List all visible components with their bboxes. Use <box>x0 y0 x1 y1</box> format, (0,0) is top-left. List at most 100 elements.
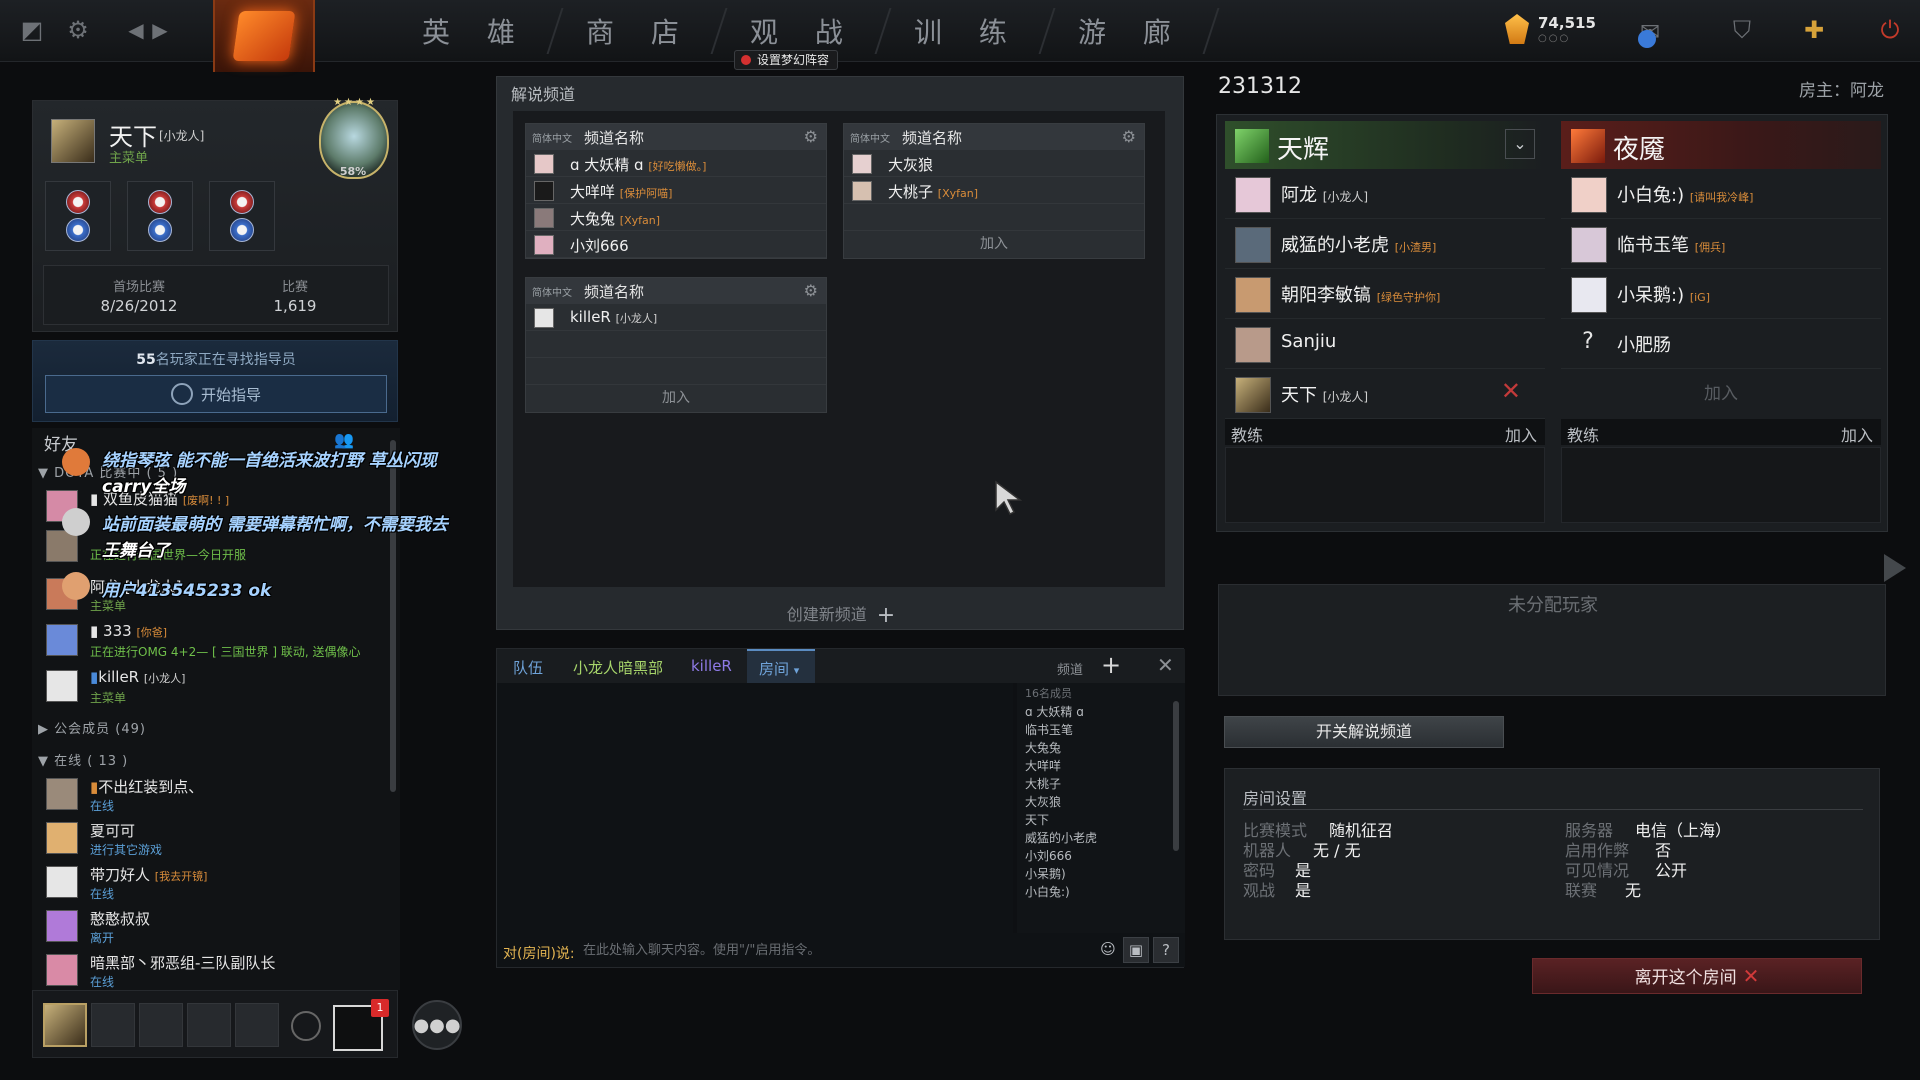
chat-channels-label[interactable]: 频道 <box>1057 659 1083 678</box>
toggle-commentary-button[interactable]: 开关解说频道 <box>1224 716 1504 748</box>
gear-icon[interactable]: ⚙ <box>804 127 818 146</box>
channel-header: 简体中文 频道名称 ⚙ <box>526 278 826 304</box>
tab-arcade[interactable]: 游 廊 <box>1044 8 1220 54</box>
chat-tab-team[interactable]: 队伍 <box>513 657 543 678</box>
leave-room-button[interactable]: 离开这个房间 ✕ <box>1532 958 1862 994</box>
danmaku-message: 用户413545233 ok <box>102 581 272 601</box>
coach-join-button[interactable]: 加入 <box>1505 422 1537 446</box>
gear-icon[interactable]: ⚙ <box>804 281 818 300</box>
party-slot-self[interactable] <box>43 1003 87 1047</box>
list-item[interactable]: ▮killeR [小龙人] 主菜单 <box>46 668 386 708</box>
tab-store[interactable]: 商 店 <box>552 8 728 54</box>
help-icon[interactable]: ? <box>1153 937 1179 963</box>
member-tag: [Xyfan] <box>619 214 661 227</box>
close-icon[interactable]: ✕ <box>1501 377 1521 405</box>
add-channel-icon[interactable]: + <box>1101 651 1121 679</box>
chat-member[interactable]: 小呆鹅) <box>1025 865 1066 882</box>
player-tag: [小龙人] <box>1322 190 1369 204</box>
chat-member[interactable]: 临书玉笔 <box>1025 721 1073 738</box>
dota-logo-tab[interactable] <box>213 0 315 72</box>
coach-slot[interactable] <box>1561 447 1881 523</box>
list-item[interactable]: 暗黑部丶邪恶组-三队副队长 在线 <box>46 952 386 990</box>
channel-card[interactable]: 简体中文 频道名称 ⚙ 大灰狼 大桃子 [Xyfan] 加入 <box>843 123 1145 259</box>
chat-log[interactable] <box>497 683 1013 933</box>
player-slot[interactable]: 天下 [小龙人] ✕ <box>1225 369 1545 419</box>
chat-tab-whisper[interactable]: killeR <box>691 657 732 675</box>
emoji-icon[interactable]: ☺ <box>1095 937 1121 963</box>
party-slot-empty[interactable] <box>235 1003 279 1047</box>
party-slot-empty[interactable] <box>187 1003 231 1047</box>
chat-member[interactable]: 大灰狼 <box>1025 793 1061 810</box>
settings-gear-icon[interactable]: ⚙ <box>60 12 96 48</box>
channel-join-button[interactable]: 加入 <box>526 385 826 412</box>
plus-icon[interactable]: ✚ <box>1796 12 1832 48</box>
player-slot[interactable]: 小呆鹅:) [iG] <box>1561 269 1881 319</box>
screenshot-icon[interactable]: ▣ <box>1123 937 1149 963</box>
chat-member[interactable]: 大咩咩 <box>1025 757 1061 774</box>
tab-heroes[interactable]: 英 雄 <box>388 8 564 54</box>
chat-tab-room-label: 房间 <box>759 660 790 678</box>
list-item[interactable]: ▮ 333 [你爸] 正在进行OMG 4+2— [ 三国世界 ] 联动, 送偶像… <box>46 622 386 662</box>
gear-icon[interactable]: ⚙ <box>1122 127 1136 146</box>
channel-card[interactable]: 简体中文 频道名称 ⚙ ɑ 大妖精 ɑ [好吃懒做。] 大咩咩 [保护阿喵] 大… <box>525 123 827 259</box>
friends-scrollbar[interactable] <box>390 440 396 792</box>
player-slot[interactable]: 阿龙 [小龙人] <box>1225 169 1545 219</box>
chat-member[interactable]: ɑ 大妖精 ɑ <box>1025 703 1084 720</box>
chat-member[interactable]: 天下 <box>1025 811 1049 828</box>
group-header-online[interactable]: ▼ 在线 ( 13 ) <box>38 750 128 769</box>
group-header-guild[interactable]: ▶ 公会成员 (49) <box>38 718 146 737</box>
featured-badge[interactable]: 设置梦幻阵容 <box>734 50 839 70</box>
chat-tab-room[interactable]: 房间 ▾ <box>747 649 815 683</box>
featured-hero-card[interactable] <box>127 181 193 251</box>
badge-icon <box>230 190 254 214</box>
close-icon[interactable]: ✕ <box>1157 653 1174 677</box>
unassigned-players-panel[interactable]: 未分配玩家 <box>1218 584 1886 696</box>
featured-hero-card[interactable] <box>45 181 111 251</box>
party-slot-empty[interactable] <box>139 1003 183 1047</box>
dire-header[interactable]: 夜魇 <box>1561 121 1881 169</box>
player-slot[interactable]: 小白兔:) [请叫我冷峰] <box>1561 169 1881 219</box>
player-slot[interactable]: 临书玉笔 [佣兵] <box>1561 219 1881 269</box>
chat-input[interactable] <box>583 937 1063 963</box>
create-channel-button[interactable]: 创建新频道 + <box>497 601 1185 628</box>
expand-arrow-icon[interactable] <box>1884 554 1906 582</box>
player-slot[interactable]: Sanjiu <box>1225 319 1545 369</box>
list-item[interactable]: ▮不出红装到点、 在线 <box>46 776 386 816</box>
chat-member[interactable]: 小白兔:) <box>1025 883 1070 900</box>
chat-member[interactable]: 大兔兔 <box>1025 739 1061 756</box>
member-name-text: 大兔兔 <box>570 210 616 228</box>
dota-menu-icon[interactable]: ◩ <box>14 12 50 48</box>
featured-hero-card[interactable] <box>209 181 275 251</box>
player-slot[interactable]: 朝阳李敏镐 [绿色守护你] <box>1225 269 1545 319</box>
player-slot[interactable]: 威猛的小老虎 [小渣男] <box>1225 219 1545 269</box>
list-item[interactable]: 夏可可 进行其它游戏 <box>46 820 386 860</box>
chat-tab-guild[interactable]: 小龙人暗黑部 <box>573 657 663 678</box>
channel-card[interactable]: 简体中文 频道名称 ⚙ killeR [小龙人] 加入 <box>525 277 827 413</box>
power-icon[interactable]: ⏻ <box>1872 12 1908 48</box>
channel-join-button[interactable]: 加入 <box>844 231 1144 258</box>
chat-member[interactable]: 威猛的小老虎 <box>1025 829 1097 846</box>
radiant-header[interactable]: 天辉 ⌄ <box>1225 121 1545 169</box>
party-slot-empty[interactable] <box>91 1003 135 1047</box>
avatar[interactable] <box>51 119 95 163</box>
tab-watch[interactable]: 观 战 <box>716 8 892 54</box>
list-item[interactable]: 憨憨叔叔 离开 <box>46 908 386 948</box>
forward-arrow-icon[interactable]: ▶ <box>142 12 178 48</box>
voice-chat-icon[interactable] <box>291 1011 321 1041</box>
chat-member[interactable]: 小刘666 <box>1025 847 1072 864</box>
chat-channels-icon[interactable]: ●●● <box>412 1000 462 1050</box>
coach-slot[interactable] <box>1225 447 1545 523</box>
armory-icon[interactable]: ⛉ <box>1724 12 1760 48</box>
coach-join-button[interactable]: 加入 <box>1841 422 1873 446</box>
join-slot-button[interactable]: 加入 <box>1561 369 1881 419</box>
party-bar: 1 <box>32 990 398 1058</box>
start-coaching-button[interactable]: 开始指导 <box>45 375 387 413</box>
chat-member[interactable]: 大桃子 <box>1025 775 1061 792</box>
player-slot[interactable]: ? 小肥肠 <box>1561 319 1881 369</box>
chevron-down-icon[interactable]: ⌄ <box>1505 129 1535 159</box>
danmaku-avatar <box>62 572 90 600</box>
player-name: Sanjiu <box>1281 331 1337 352</box>
list-item[interactable]: 带刀好人 [我去开镜] 在线 <box>46 864 386 904</box>
member-scrollbar[interactable] <box>1173 701 1179 851</box>
tab-learn[interactable]: 训 练 <box>880 8 1056 54</box>
